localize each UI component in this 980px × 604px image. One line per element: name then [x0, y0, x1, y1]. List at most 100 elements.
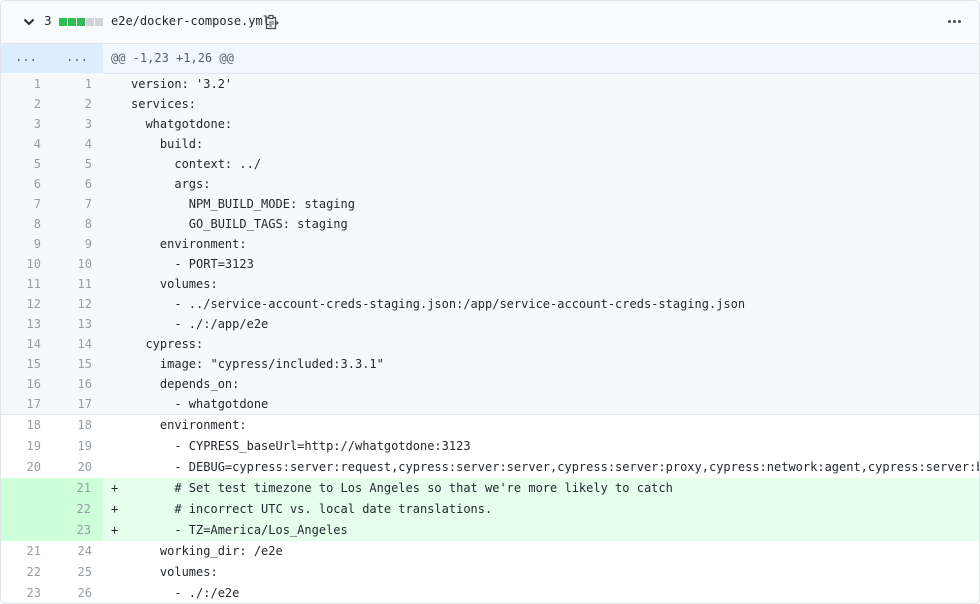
- new-line-number[interactable]: 11: [52, 274, 92, 294]
- code-text: environment:: [131, 237, 247, 251]
- old-line-number[interactable]: 17: [1, 394, 41, 414]
- new-line-number[interactable]: 12: [52, 294, 92, 314]
- new-line-number[interactable]: 9: [52, 234, 92, 254]
- code-text: args:: [131, 177, 211, 191]
- clipboard-icon[interactable]: [265, 14, 279, 30]
- new-line-number[interactable]: 4: [52, 134, 92, 154]
- old-line-number[interactable]: 14: [1, 334, 41, 354]
- code-text: # incorrect UTC vs. local date translati…: [131, 502, 493, 516]
- file-header: 3 e2e/docker-compose.yml: [1, 1, 979, 44]
- old-line-number[interactable]: [1, 478, 51, 499]
- diff-line-addition: 23 + - TZ=America/Los_Angeles: [1, 520, 979, 541]
- code-text: context: ../: [131, 157, 262, 171]
- code-text: - DEBUG=cypress:server:request,cypress:s…: [131, 460, 980, 474]
- old-line-number[interactable]: 12: [1, 294, 41, 314]
- new-line-number[interactable]: 6: [52, 174, 92, 194]
- code-text: - ./:/app/e2e: [131, 317, 269, 331]
- new-line-number[interactable]: 22: [51, 499, 103, 520]
- code-text: # Set test timezone to Los Angeles so th…: [131, 481, 673, 495]
- new-line-number[interactable]: 5: [52, 154, 92, 174]
- new-line-number[interactable]: 26: [52, 583, 92, 603]
- new-line-number[interactable]: 16: [52, 374, 92, 394]
- code-text: GO_BUILD_TAGS: staging: [131, 217, 348, 231]
- diff-line: 23 26 - ./:/e2e: [1, 583, 979, 603]
- code-text: - PORT=3123: [131, 257, 254, 271]
- new-line-number[interactable]: 24: [52, 541, 92, 562]
- old-line-number[interactable]: 21: [1, 541, 41, 562]
- code-text: whatgotdone:: [131, 117, 233, 131]
- old-line-number[interactable]: 10: [1, 254, 41, 274]
- old-line-number[interactable]: 19: [1, 436, 41, 457]
- new-line-number[interactable]: 1: [52, 74, 92, 94]
- code-text: environment:: [131, 418, 247, 432]
- code-text: services:: [131, 97, 197, 111]
- new-line-number[interactable]: 15: [52, 354, 92, 374]
- old-line-number[interactable]: 13: [1, 314, 41, 334]
- code-text: - whatgotdone: [131, 397, 269, 411]
- hunk-range: @@ -1,23 +1,26 @@: [111, 51, 234, 65]
- diff-file: 3 e2e/docker-compose.yml ... ... @@ -1,2…: [0, 0, 980, 604]
- code-text: - TZ=America/Los_Angeles: [131, 523, 348, 537]
- new-line-number[interactable]: 13: [52, 314, 92, 334]
- new-line-number[interactable]: 18: [52, 415, 92, 436]
- diff-line: 22 25 volumes:: [1, 562, 979, 583]
- hunk-header: ... ... @@ -1,23 +1,26 @@: [1, 44, 979, 74]
- new-line-number[interactable]: 19: [52, 436, 92, 457]
- new-line-number[interactable]: 23: [51, 520, 103, 541]
- old-line-number[interactable]: [1, 499, 51, 520]
- old-line-number[interactable]: 6: [1, 174, 41, 194]
- new-line-number[interactable]: 17: [52, 394, 92, 414]
- new-line-number[interactable]: 8: [52, 214, 92, 234]
- old-line-number[interactable]: 4: [1, 134, 41, 154]
- old-line-number[interactable]: 1: [1, 74, 41, 94]
- old-line-number[interactable]: 16: [1, 374, 41, 394]
- expand-down-button[interactable]: ...: [51, 44, 103, 73]
- code-text: cypress:: [131, 337, 204, 351]
- new-line-number[interactable]: 25: [52, 562, 92, 583]
- diffstat-square: [59, 18, 67, 26]
- old-line-number[interactable]: 15: [1, 354, 41, 374]
- diff-line: 55 context: ../: [1, 154, 979, 174]
- code-text: build:: [131, 137, 204, 151]
- new-line-number[interactable]: 3: [52, 114, 92, 134]
- code-text: version: '3.2': [131, 77, 233, 91]
- old-line-number[interactable]: 23: [1, 583, 41, 603]
- old-line-number[interactable]: 22: [1, 562, 41, 583]
- diff-marker: +: [111, 502, 119, 516]
- old-line-number[interactable]: 9: [1, 234, 41, 254]
- old-line-number[interactable]: 2: [1, 94, 41, 114]
- code-text: volumes:: [131, 277, 218, 291]
- file-name-link[interactable]: e2e/docker-compose.yml: [111, 14, 270, 28]
- new-line-number[interactable]: 10: [52, 254, 92, 274]
- diffstat-square: [95, 18, 103, 26]
- new-line-number[interactable]: 20: [52, 457, 92, 478]
- old-line-number[interactable]: 8: [1, 214, 41, 234]
- code-text: - CYPRESS_baseUrl=http://whatgotdone:312…: [131, 439, 471, 453]
- old-line-number[interactable]: 5: [1, 154, 41, 174]
- diffstat-square: [68, 18, 76, 26]
- old-line-number[interactable]: 18: [1, 415, 41, 436]
- diff-line-addition: 22 + # incorrect UTC vs. local date trans…: [1, 499, 979, 520]
- diff-line: 21 24 working_dir: /e2e: [1, 541, 979, 562]
- expand-up-button[interactable]: ...: [1, 44, 51, 73]
- old-line-number[interactable]: 11: [1, 274, 41, 294]
- diff-line: 44 build:: [1, 134, 979, 154]
- old-line-number[interactable]: 3: [1, 114, 41, 134]
- chevron-down-icon[interactable]: [22, 15, 36, 29]
- diff-line: 13 13 - ./:/app/e2e: [1, 314, 979, 334]
- diff-line: 77 NPM_BUILD_MODE: staging: [1, 194, 979, 214]
- kebab-horizontal-icon[interactable]: [948, 20, 961, 23]
- new-line-number[interactable]: 2: [52, 94, 92, 114]
- new-line-number[interactable]: 14: [52, 334, 92, 354]
- expanded-divider: [1, 414, 979, 415]
- diff-line: 19 19 - CYPRESS_baseUrl=http://whatgotdon…: [1, 436, 979, 457]
- code-text: depends_on:: [131, 377, 240, 391]
- old-line-number[interactable]: [1, 520, 51, 541]
- diff-line: 2 2 services:: [1, 94, 979, 114]
- new-line-number[interactable]: 21: [51, 478, 103, 499]
- diff-line: 1 1 version: '3.2': [1, 74, 979, 94]
- old-line-number[interactable]: 20: [1, 457, 41, 478]
- old-line-number[interactable]: 7: [1, 194, 41, 214]
- diffstat-square: [86, 18, 94, 26]
- new-line-number[interactable]: 7: [52, 194, 92, 214]
